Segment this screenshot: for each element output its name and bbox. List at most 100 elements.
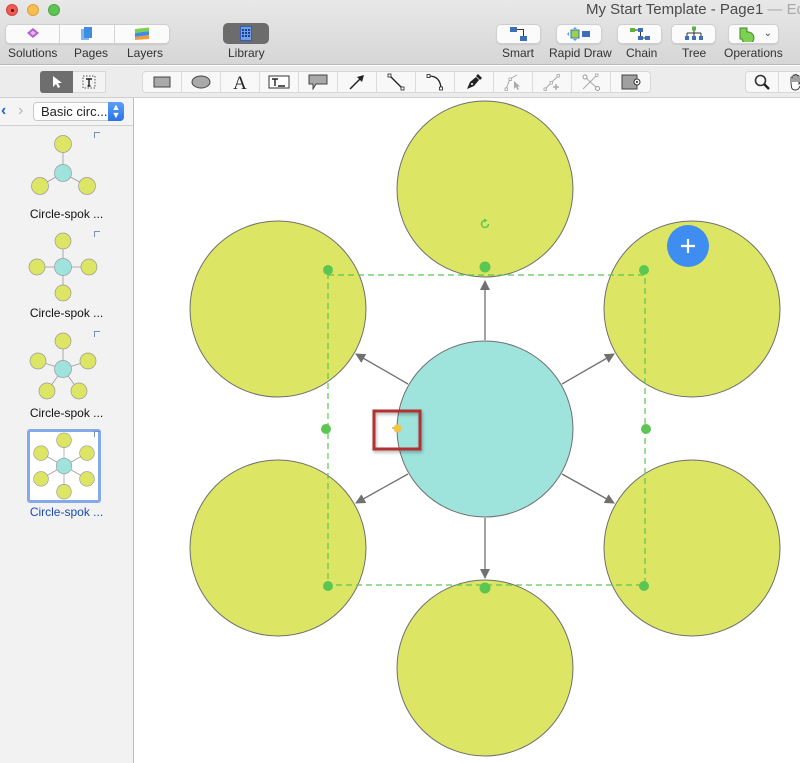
connector-bottom-left[interactable]	[355, 473, 409, 504]
rectangle-icon	[153, 76, 171, 88]
direct-select-icon	[504, 74, 520, 91]
thumbnail-selection-frame	[27, 429, 101, 503]
operations-label: Operations	[724, 46, 783, 60]
title-bar: My Start Template - Page1 — Edi Solution…	[0, 0, 800, 65]
solutions-button[interactable]	[6, 25, 61, 43]
ellipse-icon	[191, 75, 211, 89]
spoke-circle-bottom-left[interactable]	[189, 459, 367, 637]
arc-tool[interactable]	[416, 72, 455, 92]
arc-icon	[426, 74, 443, 91]
hand-icon	[790, 74, 800, 91]
rapid-draw-label: Rapid Draw	[549, 46, 612, 60]
select-tool[interactable]	[40, 71, 73, 93]
selection-handle-bottom[interactable]	[479, 582, 491, 594]
library-select[interactable]: Basic circ... ▲ ▼	[33, 102, 124, 121]
zoom-tool[interactable]	[746, 72, 779, 92]
pages-button[interactable]	[60, 25, 115, 43]
chain-label: Chain	[626, 46, 658, 60]
line-icon	[387, 73, 405, 91]
connector-top-left[interactable]	[355, 353, 409, 385]
library-item[interactable]: Circle-spok ...	[0, 331, 133, 431]
view-tools	[745, 71, 800, 93]
text-tool[interactable]: A	[221, 72, 260, 92]
arrow-pointer-icon	[52, 76, 62, 88]
line-tool[interactable]	[377, 72, 416, 92]
library-item-selected[interactable]: Circle-spok ...	[0, 429, 133, 529]
text-box-tool[interactable]	[260, 72, 299, 92]
hand-tool[interactable]	[779, 72, 800, 92]
selection-handle-bottom-left[interactable]	[323, 581, 333, 591]
center-circle[interactable]	[396, 340, 574, 518]
connector-top-right[interactable]	[561, 353, 615, 385]
close-window-button[interactable]	[6, 4, 18, 16]
rapid-draw-button[interactable]	[556, 24, 602, 44]
forward-chevron-icon[interactable]: ›	[18, 102, 23, 120]
smart-icon	[509, 27, 527, 41]
library-item-label: Circle-spok ...	[29, 406, 104, 420]
scissors-icon	[582, 73, 600, 91]
thumbnail-4-spoke	[28, 232, 98, 302]
thumbnail-3-spoke	[31, 135, 96, 195]
tree-button[interactable]	[671, 24, 716, 44]
selection-handle-top-right[interactable]	[639, 265, 649, 275]
add-point-icon	[543, 74, 560, 91]
container-icon	[621, 74, 640, 90]
library-item-label: Circle-spok ...	[29, 306, 104, 320]
drawing-canvas[interactable]	[135, 98, 800, 763]
arrow-line-icon	[349, 75, 364, 90]
connector-bottom-right[interactable]	[561, 473, 615, 504]
zoom-window-button[interactable]	[48, 4, 60, 16]
container-tool[interactable]	[611, 72, 650, 92]
library-label: Library	[228, 46, 265, 60]
smart-label: Smart	[502, 46, 535, 60]
pages-icon	[81, 27, 93, 40]
layers-button[interactable]	[115, 25, 169, 43]
text-select-tool[interactable]	[73, 71, 106, 93]
window-title: My Start Template - Page1 — Edi	[586, 1, 800, 18]
operations-dropdown-chevron-icon[interactable]: ⌄	[764, 28, 772, 39]
ellipse-tool[interactable]	[182, 72, 221, 92]
back-chevron-icon[interactable]: ‹	[1, 102, 6, 120]
library-icon	[240, 26, 252, 41]
spoke-circle-bottom[interactable]	[396, 579, 574, 757]
spoke-circle-top-left[interactable]	[189, 220, 367, 398]
drawing-toolbar: A	[0, 66, 800, 98]
library-select-value: Basic circ...	[41, 104, 108, 119]
selection-handle-left[interactable]	[321, 424, 331, 434]
item-corner-icon	[94, 231, 100, 237]
solutions-label: Solutions	[8, 46, 58, 60]
library-item[interactable]: Circle-spok ...	[0, 231, 133, 331]
chain-button[interactable]	[617, 24, 662, 44]
connection-point[interactable]	[392, 424, 402, 433]
tree-label: Tree	[682, 46, 707, 60]
spoke-circle-top[interactable]	[396, 100, 574, 278]
minimize-window-button[interactable]	[27, 4, 39, 16]
text-a-icon: A	[233, 74, 247, 90]
rapid-draw-icon	[567, 27, 590, 41]
thumbnail-5-spoke	[29, 332, 97, 400]
selection-handle-right[interactable]	[641, 424, 651, 434]
selection-handle-top[interactable]	[479, 261, 491, 273]
library-item-label: Circle-spok ...	[29, 505, 104, 519]
rectangle-tool[interactable]	[143, 72, 182, 92]
selection-handle-top-left[interactable]	[323, 265, 333, 275]
item-corner-icon	[94, 132, 100, 138]
library-button[interactable]	[223, 23, 269, 44]
cut-path-tool[interactable]	[572, 72, 611, 92]
pen-tool[interactable]	[455, 72, 494, 92]
direct-select-tool[interactable]	[494, 72, 533, 92]
shape-tools: A	[142, 71, 651, 93]
text-select-icon	[82, 75, 96, 89]
spoke-circle-bottom-right[interactable]	[603, 459, 781, 637]
item-corner-icon	[94, 331, 100, 337]
selection-handle-bottom-right[interactable]	[639, 581, 649, 591]
add-shape-button[interactable]	[667, 225, 709, 267]
operations-button[interactable]: ⌄	[728, 24, 779, 44]
add-point-tool[interactable]	[533, 72, 572, 92]
svg-text:A: A	[233, 74, 247, 90]
panel-switcher	[5, 24, 170, 44]
library-item[interactable]: Circle-spok ...	[0, 132, 133, 232]
arrow-line-tool[interactable]	[338, 72, 377, 92]
callout-tool[interactable]	[299, 72, 338, 92]
smart-button[interactable]	[496, 24, 541, 44]
